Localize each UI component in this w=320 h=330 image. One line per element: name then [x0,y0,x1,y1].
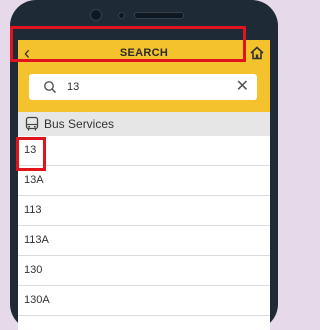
search-bar-container: 13 ✕ [18,66,270,112]
speaker-grille [134,12,184,19]
result-highlight-box [16,137,46,171]
search-input[interactable]: 13 ✕ [29,74,257,100]
section-header: Bus Services [18,112,270,136]
bus-icon [25,116,39,131]
search-input-value: 13 [67,81,80,93]
camera-icon [90,9,102,21]
list-item[interactable]: 113A [18,226,270,256]
list-item[interactable]: 130 [18,256,270,286]
section-label: Bus Services [44,117,115,131]
list-item[interactable]: 13 [18,136,270,166]
clear-icon[interactable]: ✕ [236,74,249,100]
home-icon[interactable] [249,45,265,61]
results-list: 13 13A 113 113A 130 130A [18,136,270,316]
app-screen: ‹ SEARCH 13 ✕ Bus Services 13 13A 113 11… [18,40,270,330]
search-highlight-box [10,26,246,62]
list-item[interactable]: 113 [18,196,270,226]
sensor-icon [118,12,125,19]
search-icon [44,81,57,94]
list-item[interactable]: 13A [18,166,270,196]
